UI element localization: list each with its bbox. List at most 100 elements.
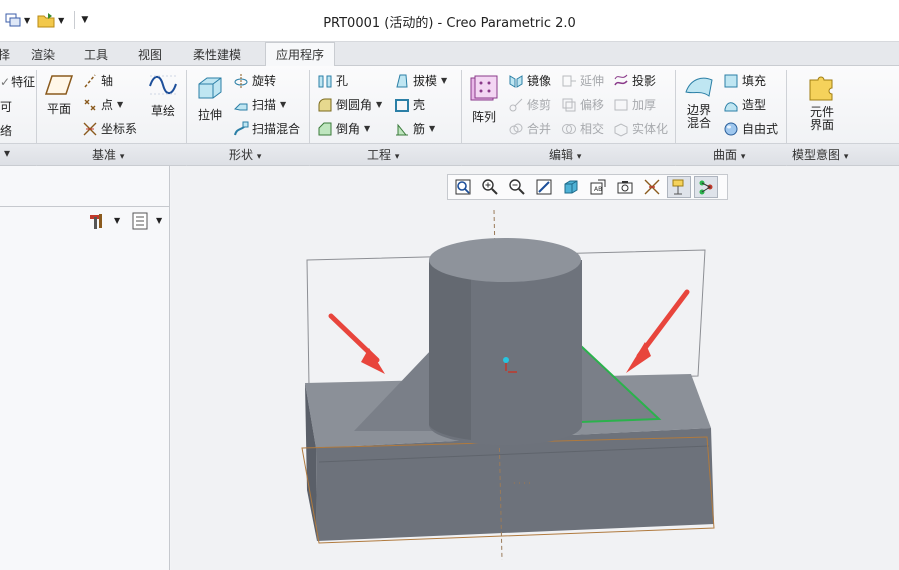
trim-icon — [509, 98, 523, 111]
model-tree-panel: ▼ ▼ — [0, 166, 170, 570]
display-style-button[interactable] — [559, 176, 583, 198]
model-3d-view[interactable]: · · · · — [171, 200, 899, 570]
zoom-out-icon — [509, 179, 525, 195]
chamfer-icon — [318, 122, 332, 135]
cylinder-shadow — [429, 260, 471, 440]
svg-text:AB: AB — [594, 186, 602, 193]
boundary-blend-button[interactable]: 边界 混合 — [680, 72, 718, 130]
chevron-down-icon[interactable]: ▼ — [156, 216, 162, 225]
chamfer-button[interactable]: 倒角 ▼ — [317, 120, 370, 137]
tab-applications[interactable]: 应用程序 — [265, 42, 336, 67]
extrude-icon — [198, 77, 222, 99]
shaded-cube-icon — [564, 180, 578, 194]
view-manager-button[interactable] — [613, 176, 637, 198]
tab-select[interactable]: 择 — [0, 46, 10, 63]
zoom-in-button[interactable] — [478, 176, 502, 198]
group-label-shapes[interactable]: 形状 ▾ — [229, 146, 261, 163]
round-button[interactable]: 倒圆角 ▼ — [317, 96, 382, 113]
pattern-button[interactable]: 阵列 — [468, 74, 500, 125]
annotation-display-button[interactable] — [667, 176, 691, 198]
tab-flexible-modeling[interactable]: 柔性建模 — [193, 46, 241, 63]
extend-icon — [562, 75, 576, 86]
extrude-button[interactable]: 拉伸 — [193, 74, 227, 123]
intersect-icon — [562, 123, 576, 134]
fill-button[interactable]: 填充 — [723, 72, 766, 89]
spin-center-button[interactable] — [694, 176, 718, 198]
partial-group-dropdown[interactable]: ▾ — [4, 146, 10, 160]
zoom-out-button[interactable] — [505, 176, 529, 198]
datum-display-button[interactable] — [640, 176, 664, 198]
tab-view[interactable]: 视图 — [138, 46, 162, 63]
tab-tools[interactable]: 工具 — [84, 46, 108, 63]
plane-button[interactable]: 平面 — [42, 74, 76, 117]
draft-button[interactable]: 拔模 ▼ — [394, 72, 447, 89]
hole-icon — [318, 75, 332, 87]
revolve-button[interactable]: 旋转 — [233, 72, 276, 89]
group-label-surfaces[interactable]: 曲面 ▾ — [713, 146, 745, 163]
repaint-button[interactable] — [532, 176, 556, 198]
style-button[interactable]: 造型 — [723, 96, 766, 113]
offset-button[interactable]: 偏移 — [561, 96, 604, 113]
group-label-datum[interactable]: 基准 ▾ — [92, 146, 124, 163]
saved-views-icon: AB — [590, 179, 606, 195]
saved-orientations-button[interactable]: AB — [586, 176, 610, 198]
sketch-icon — [149, 75, 177, 95]
spin-center-icon — [699, 180, 713, 195]
merge-button[interactable]: 合并 — [508, 120, 551, 137]
point-button[interactable]: 点 ▼ — [82, 96, 123, 113]
mirror-button[interactable]: 镜像 — [508, 72, 551, 89]
group-label-editing[interactable]: 编辑 ▾ — [549, 146, 581, 163]
datum-plane-tag: · · · · — [513, 479, 531, 488]
axis-icon — [84, 74, 96, 87]
tab-render[interactable]: 渲染 — [31, 46, 55, 63]
group-label-model-intent[interactable]: 模型意图 ▾ — [792, 146, 848, 163]
partial-feature-item[interactable]: ✓ 特征 — [0, 73, 35, 90]
swept-blend-icon — [234, 121, 249, 135]
pattern-icon — [470, 75, 498, 101]
trim-button[interactable]: 修剪 — [508, 96, 551, 113]
csys-button[interactable]: 坐标系 — [82, 120, 137, 137]
round-icon — [318, 98, 332, 111]
camera-icon — [617, 181, 633, 194]
sweep-button[interactable]: 扫描 ▼ — [233, 96, 286, 113]
extend-button[interactable]: 延伸 — [561, 72, 604, 89]
zoom-in-icon — [482, 179, 498, 195]
intersect-button[interactable]: 相交 — [561, 120, 604, 137]
hole-button[interactable]: 孔 — [317, 72, 348, 89]
annotation-icon — [672, 179, 684, 195]
mirror-icon — [509, 74, 523, 88]
group-label-engineering[interactable]: 工程 ▾ — [367, 146, 399, 163]
show-list-icon[interactable] — [130, 211, 150, 231]
ribbon-tabs: 择 渲染 工具 视图 柔性建模 应用程序 — [0, 42, 899, 67]
right-arrow-annotation — [626, 289, 690, 373]
axis-button[interactable]: 轴 — [82, 72, 113, 89]
swept-blend-button[interactable]: 扫描混合 — [233, 120, 300, 137]
title-bar: ▼ ▼ ▼ PRT0001 (活动的) - Creo Parametric 2.… — [0, 0, 899, 42]
revolve-icon — [234, 73, 248, 88]
component-interface-button[interactable]: 元件 界面 — [804, 72, 840, 132]
refit-icon — [455, 179, 471, 195]
freestyle-button[interactable]: 自由式 — [723, 120, 778, 137]
rib-icon — [396, 123, 408, 135]
solidify-button[interactable]: 实体化 — [613, 120, 668, 137]
shell-button[interactable]: 壳 — [394, 96, 425, 113]
tree-settings-icon[interactable] — [88, 211, 110, 231]
style-icon — [724, 101, 738, 111]
sketch-button[interactable]: 草绘 — [146, 72, 180, 119]
boundary-blend-icon — [685, 77, 713, 97]
chevron-down-icon[interactable]: ▼ — [114, 216, 120, 225]
thicken-button[interactable]: 加厚 — [613, 96, 656, 113]
rib-button[interactable]: 筋 ▼ — [394, 120, 435, 137]
freestyle-icon — [724, 122, 738, 135]
coordinate-system-icon — [83, 122, 97, 135]
project-button[interactable]: 投影 — [613, 72, 656, 89]
plane-icon — [44, 75, 74, 95]
partial-item-2[interactable]: 可 — [0, 98, 12, 115]
point-icon — [84, 99, 96, 110]
partial-item-3[interactable]: 络 — [0, 122, 12, 139]
csys-origin-marker — [503, 357, 509, 363]
graphics-toolbar: AB — [447, 174, 728, 200]
left-arrow-annotation — [328, 313, 385, 374]
refit-button[interactable] — [451, 176, 475, 198]
merge-icon — [509, 123, 523, 134]
